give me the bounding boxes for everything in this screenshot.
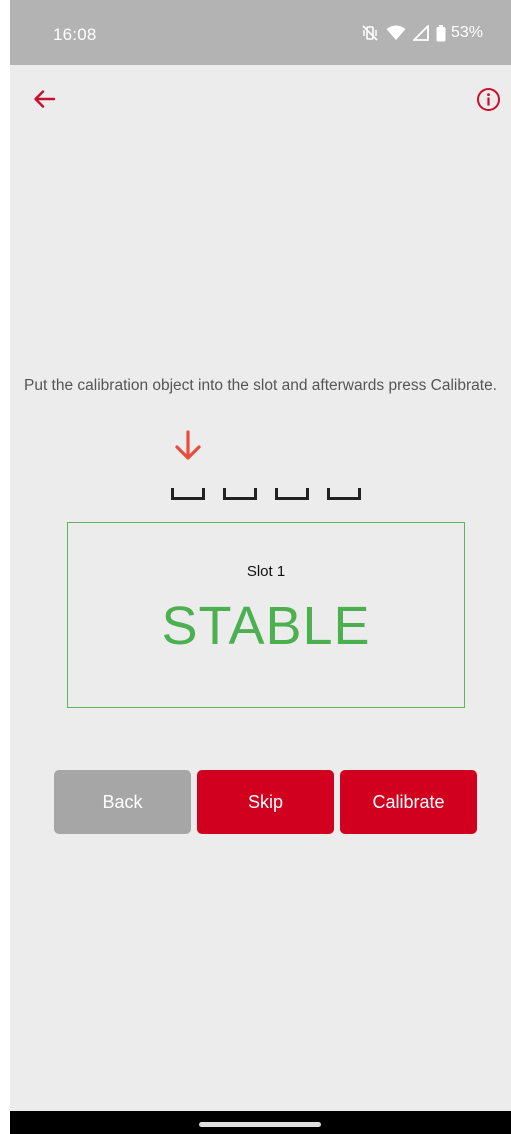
calibrate-button[interactable]: Calibrate (340, 770, 477, 834)
slot-marker-4 (327, 488, 361, 500)
slot-marker-1 (171, 488, 205, 500)
info-circle-icon (477, 88, 500, 111)
battery-percent: 53% (450, 24, 483, 41)
slot-marker-2 (223, 488, 257, 500)
status-bar: 16:08 53% (10, 0, 511, 65)
status-icons: 53% (361, 22, 483, 44)
signal-icon (412, 25, 429, 41)
home-gesture-handle[interactable] (199, 1122, 321, 1127)
wifi-icon (386, 25, 406, 41)
active-slot-arrow-icon (170, 428, 206, 464)
slot-label: Slot 1 (246, 563, 286, 580)
calibration-instruction: Put the calibration object into the slot… (23, 377, 497, 394)
slot-indicators (171, 488, 363, 504)
app-screen: 16:08 53% Put the calibration object int… (10, 0, 511, 1134)
battery-icon (436, 24, 446, 42)
skip-button[interactable]: Skip (197, 770, 334, 834)
back-button[interactable]: Back (54, 770, 191, 834)
back-arrow-button[interactable] (32, 86, 58, 112)
vibrate-off-icon (361, 24, 379, 42)
stability-status: STABLE (161, 596, 371, 656)
info-button[interactable] (476, 87, 501, 112)
arrow-left-icon (34, 90, 56, 108)
status-time: 16:08 (53, 25, 97, 44)
slot-marker-3 (275, 488, 309, 500)
system-navigation-bar (10, 1111, 511, 1134)
slot-status-panel: Slot 1 STABLE (67, 522, 465, 708)
